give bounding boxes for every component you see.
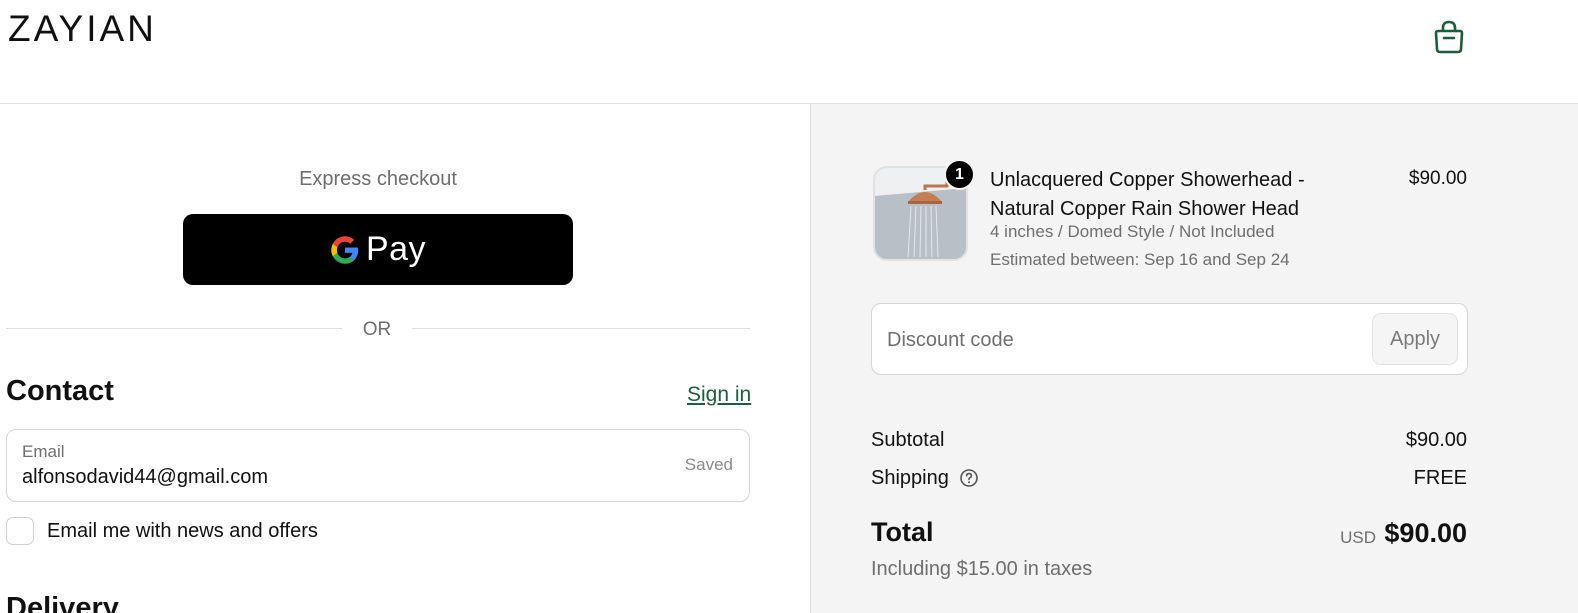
cart-button[interactable] [1432,18,1466,56]
sign-in-link[interactable]: Sign in [687,383,751,407]
checkout-form: Express checkout Pay OR Contact Sign in … [0,104,810,613]
shipping-label: Shipping [871,467,949,489]
express-checkout-label: Express checkout [299,168,457,190]
delivery-estimate: Estimated between: Sep 16 and Sep 24 [990,250,1290,269]
product-title: Unlacquered Copper Showerhead - Natural … [990,169,1305,220]
contact-heading: Contact [6,375,114,407]
product-price: $90.00 [1408,168,1467,189]
or-divider-text: OR [362,319,392,340]
divider-left [6,328,342,329]
delivery-heading: Delivery [6,592,119,613]
total-value: $90.00 [1384,518,1467,548]
subtotal-value: $90.00 [1405,429,1467,451]
shopping-bag-icon [1434,20,1464,54]
newsletter-label[interactable]: Email me with news and offers [47,520,318,543]
order-summary: 1 Unlacquered Copper Showerhead - Natura… [810,104,1578,613]
google-pay-label: Pay [365,230,427,268]
email-field[interactable]: Email alfonsodavid44@gmail.com Saved [6,429,750,502]
apply-discount-button[interactable]: Apply [1372,313,1458,365]
divider-right [412,328,750,329]
email-field-value[interactable]: alfonsodavid44@gmail.com [22,466,268,489]
tax-note: Including $15.00 in taxes [871,558,1093,580]
google-pay-button[interactable]: Pay [183,214,573,285]
discount-code-input[interactable] [887,323,1357,357]
saved-indicator: Saved [684,455,733,474]
total-label: Total [871,517,934,547]
subtotal-label: Subtotal [871,429,945,451]
question-circle-icon[interactable] [959,468,979,488]
store-logo[interactable]: ZAYIAN [8,8,157,50]
currency-code: USD [1340,528,1376,547]
google-g-icon [331,235,359,264]
quantity-badge: 1 [944,159,975,190]
discount-field: Apply [871,303,1468,375]
product-variant: 4 inches / Domed Style / Not Included [990,222,1275,241]
email-field-label: Email [22,442,65,461]
shipping-value: FREE [1413,467,1467,489]
newsletter-checkbox[interactable] [6,517,34,545]
site-header: ZAYIAN [0,0,1578,104]
